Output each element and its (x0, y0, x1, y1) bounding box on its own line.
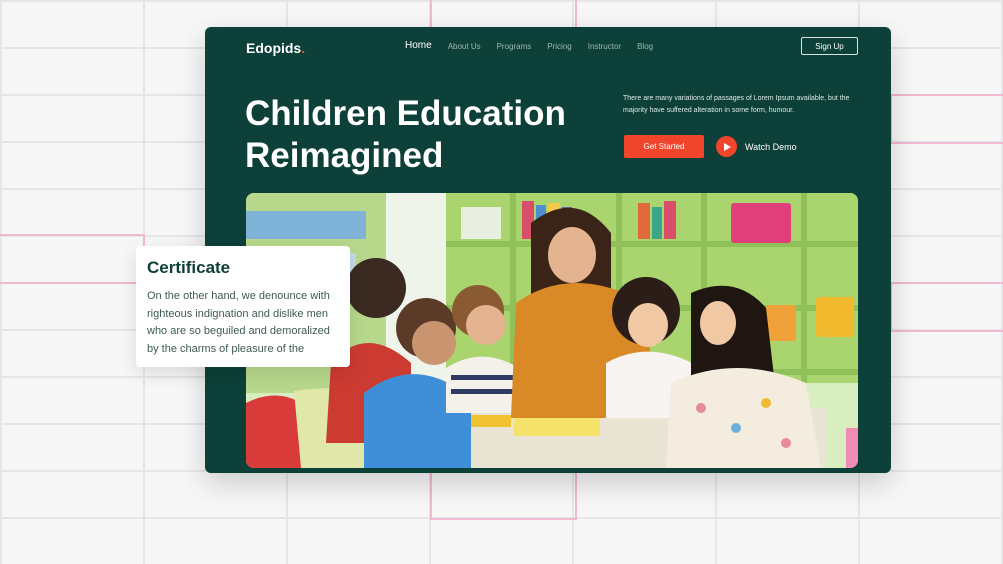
certificate-card: Certificate On the other hand, we denoun… (136, 246, 350, 367)
nav-item-instructor[interactable]: Instructor (588, 41, 621, 52)
grid-highlight (890, 282, 1003, 332)
headline-line: Reimagined (245, 136, 444, 175)
play-icon[interactable] (716, 136, 737, 157)
main-nav: Home About Us Programs Pricing Instructo… (405, 41, 653, 52)
nav-item-about-us[interactable]: About Us (448, 41, 481, 52)
page-title: Children Education Reimagined (245, 93, 605, 177)
get-started-button[interactable]: Get Started (624, 135, 704, 158)
grid-highlight (890, 94, 1003, 144)
hero-description: There are many variations of passages of… (623, 95, 850, 114)
certificate-title: Certificate (147, 258, 231, 277)
nav-item-pricing[interactable]: Pricing (547, 41, 571, 52)
nav-item-home[interactable]: Home (405, 41, 432, 52)
nav-item-blog[interactable]: Blog (637, 41, 653, 52)
sign-up-button[interactable]: Sign Up (801, 37, 858, 55)
grid-highlight (0, 234, 145, 284)
watch-demo-label: Watch Demo (745, 141, 797, 152)
certificate-body: On the other hand, we denounce with righ… (147, 290, 330, 355)
brand-logo[interactable]: Edopids. (246, 40, 305, 56)
headline-line: Children Education (245, 94, 566, 133)
watch-demo-button[interactable]: Watch Demo (716, 136, 797, 157)
nav-item-programs[interactable]: Programs (497, 41, 532, 52)
grid-highlight (430, 470, 577, 520)
